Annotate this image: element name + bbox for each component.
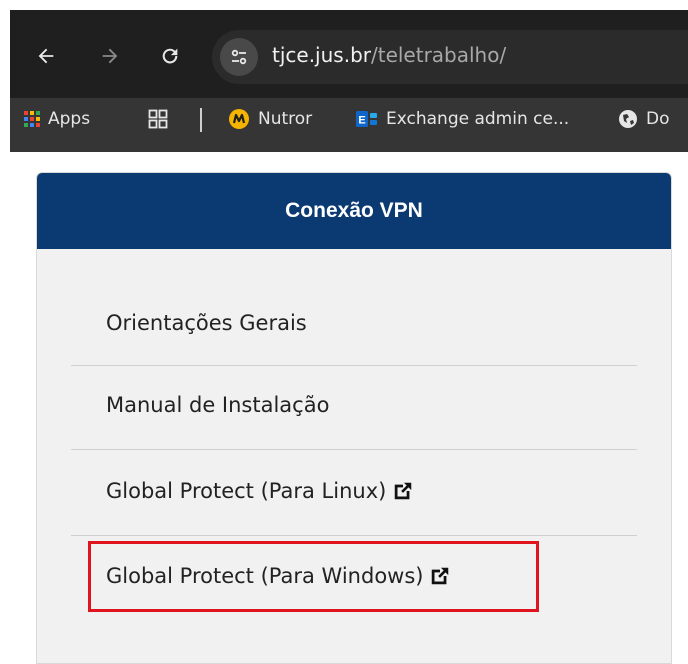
bookmark-label: Apps — [48, 109, 91, 129]
link-global-protect-linux[interactable]: Global Protect (Para Linux) — [106, 479, 414, 503]
link-label: Orientações Gerais — [106, 311, 307, 335]
bookmark-do[interactable]: Do — [618, 104, 670, 134]
arrow-left-icon — [38, 48, 54, 64]
forward-button[interactable] — [94, 40, 126, 72]
address-bar[interactable]: tjce.jus.br/teletrabalho/ — [212, 30, 688, 84]
url-path: /teletrabalho/ — [370, 43, 507, 67]
apps-grid-icon — [24, 111, 40, 127]
svg-text:E: E — [358, 115, 365, 127]
bookmark-label: Exchange admin ce... — [386, 109, 570, 129]
bookmark-apps[interactable]: Apps — [24, 104, 90, 134]
link-manual-de-instalacao[interactable]: Manual de Instalação — [106, 393, 329, 417]
reload-button[interactable] — [154, 40, 186, 72]
divider — [71, 535, 637, 536]
url-text[interactable]: tjce.jus.br/teletrabalho/ — [272, 43, 506, 67]
back-button[interactable] — [30, 40, 62, 72]
external-link-icon — [395, 482, 412, 500]
bookmark-tab-groups[interactable] — [148, 104, 176, 134]
site-info-button[interactable] — [220, 38, 258, 76]
divider — [71, 365, 637, 366]
bookmarks-bar — [10, 98, 688, 152]
tune-icon — [231, 49, 247, 65]
globe-icon — [618, 109, 638, 129]
arrow-right-icon — [102, 48, 118, 64]
link-label: Manual de Instalação — [106, 393, 330, 417]
link-orientacoes-gerais[interactable]: Orientações Gerais — [106, 311, 307, 335]
divider — [71, 449, 637, 450]
reload-icon — [162, 48, 178, 64]
panel-title: Conexão VPN — [37, 173, 671, 249]
highlight-box — [88, 541, 539, 612]
nutror-logo-icon — [228, 108, 250, 130]
link-label: Global Protect (Para Linux) — [106, 479, 387, 503]
bookmark-label: Nutror — [258, 109, 313, 129]
bookmark-nutror[interactable]: Nutror — [228, 104, 312, 134]
bookmark-exchange-admin[interactable]: E Exchange admin ce... — [356, 104, 569, 134]
bookmarks-separator — [200, 108, 202, 132]
url-host: tjce.jus.br — [272, 43, 371, 67]
exchange-logo-icon: E — [356, 109, 378, 129]
tab-groups-icon — [148, 109, 168, 129]
bookmark-label: Do — [646, 109, 670, 129]
browser-chrome: tjce.jus.br/teletrabalho/ Apps Nutror E … — [0, 0, 688, 152]
